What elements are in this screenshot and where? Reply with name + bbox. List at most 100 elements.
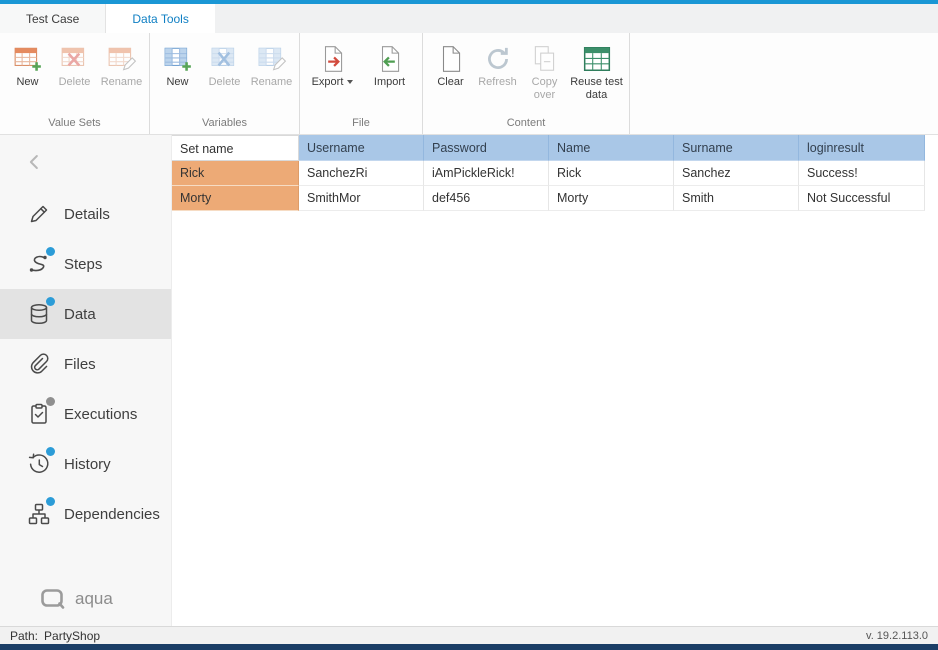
variables-delete-button[interactable]: Delete xyxy=(201,35,248,89)
table-cell[interactable]: Smith xyxy=(674,186,799,211)
reuse-test-data-button[interactable]: Reuse test data xyxy=(568,35,625,101)
ribbon-group-value-sets: New Delete xyxy=(0,33,150,134)
refresh-arrows-icon xyxy=(483,42,513,76)
content-buttons: Clear Refresh xyxy=(427,35,625,116)
export-document-icon xyxy=(318,42,348,76)
export-button[interactable]: Export xyxy=(304,35,361,89)
group-label-value-sets: Value Sets xyxy=(4,116,145,134)
sidebar-item-files[interactable]: Files xyxy=(0,339,171,389)
ribbon-toolbar: New Delete xyxy=(0,33,938,135)
table-cell[interactable]: def456 xyxy=(424,186,549,211)
database-icon xyxy=(27,302,51,326)
table-cell[interactable]: Success! xyxy=(799,161,925,186)
notification-dot xyxy=(46,397,55,406)
sidebar-item-details[interactable]: Details xyxy=(0,189,171,239)
set-name-cell[interactable]: Morty xyxy=(172,186,299,211)
column-header-loginresult[interactable]: loginresult xyxy=(799,135,925,161)
table-cell[interactable]: Not Successful xyxy=(799,186,925,211)
button-label: Clear xyxy=(437,76,463,89)
notification-dot xyxy=(46,247,55,256)
button-label: Import xyxy=(374,76,405,89)
tab-test-case[interactable]: Test Case xyxy=(0,4,106,33)
button-label: Reuse test data xyxy=(568,76,625,101)
table-cell[interactable]: Rick xyxy=(549,161,674,186)
sidebar-item-dependencies[interactable]: Dependencies xyxy=(0,489,171,539)
app-window: Test Case Data Tools New xyxy=(0,0,938,650)
sidebar-item-label: Files xyxy=(64,356,96,373)
notification-dot xyxy=(46,447,55,456)
refresh-button[interactable]: Refresh xyxy=(474,35,521,89)
hierarchy-icon xyxy=(27,502,51,526)
column-header-name[interactable]: Name xyxy=(549,135,674,161)
table-cell[interactable]: SanchezRi xyxy=(299,161,424,186)
chevron-left-icon xyxy=(26,153,44,171)
clear-button[interactable]: Clear xyxy=(427,35,474,89)
table-row: Rick SanchezRi iAmPickleRick! Rick Sanch… xyxy=(172,161,938,186)
value-sets-new-button[interactable]: New xyxy=(4,35,51,89)
group-label-content: Content xyxy=(427,116,625,134)
group-label-file: File xyxy=(304,116,418,134)
button-label: Delete xyxy=(209,76,241,89)
column-header-username[interactable]: Username xyxy=(299,135,424,161)
path-label: Path: xyxy=(10,629,38,643)
value-sets-rename-button[interactable]: Rename xyxy=(98,35,145,89)
column-header-set-name[interactable]: Set name xyxy=(172,135,299,161)
button-label: Rename xyxy=(101,76,143,89)
copy-over-button[interactable]: Copy over xyxy=(521,35,568,101)
column-header-password[interactable]: Password xyxy=(424,135,549,161)
table-header-row: Set name Username Password Name Surname … xyxy=(172,135,938,161)
ribbon-group-file: Export Import File xyxy=(300,33,423,134)
button-label: New xyxy=(166,76,188,89)
table-cell[interactable]: Sanchez xyxy=(674,161,799,186)
sidebar-item-label: Dependencies xyxy=(64,506,160,523)
variables-rename-button[interactable]: Rename xyxy=(248,35,295,89)
button-label: Delete xyxy=(59,76,91,89)
column-header-surname[interactable]: Surname xyxy=(674,135,799,161)
table-blue-delete-icon xyxy=(210,42,240,76)
import-document-icon xyxy=(375,42,405,76)
bottom-navy-strip xyxy=(0,644,938,650)
table-cell[interactable]: Morty xyxy=(549,186,674,211)
variables-buttons: New Delete xyxy=(154,35,295,116)
notification-dot xyxy=(46,297,55,306)
sidebar-item-steps[interactable]: Steps xyxy=(0,239,171,289)
table-green-icon xyxy=(582,42,612,76)
variables-new-button[interactable]: New xyxy=(154,35,201,89)
table-cell[interactable]: SmithMor xyxy=(299,186,424,211)
file-buttons: Export Import xyxy=(304,35,418,116)
sidebar-collapse-button[interactable] xyxy=(0,135,171,189)
tab-data-tools[interactable]: Data Tools xyxy=(106,4,214,33)
table-cell[interactable]: iAmPickleRick! xyxy=(424,161,549,186)
clear-document-icon xyxy=(436,42,466,76)
group-label-variables: Variables xyxy=(154,116,295,134)
sidebar-item-history[interactable]: History xyxy=(0,439,171,489)
aqua-logo: aqua xyxy=(40,588,113,610)
table-blue-rename-icon xyxy=(257,42,287,76)
sidebar-item-executions[interactable]: Executions xyxy=(0,389,171,439)
sidebar-item-label: Data xyxy=(64,306,96,323)
sidebar-item-label: Steps xyxy=(64,256,102,273)
dropdown-caret-icon xyxy=(347,80,353,84)
steps-icon xyxy=(27,252,51,276)
version-label: v. 19.2.113.0 xyxy=(866,630,928,642)
pencil-icon xyxy=(27,202,51,226)
sidebar-item-data[interactable]: Data xyxy=(0,289,171,339)
value-sets-delete-button[interactable]: Delete xyxy=(51,35,98,89)
button-label: Refresh xyxy=(478,76,517,89)
content-area: Details Steps xyxy=(0,135,938,626)
path-status: Path: PartyShop xyxy=(10,629,100,643)
button-label: New xyxy=(16,76,38,89)
button-label: Rename xyxy=(251,76,293,89)
table-orange-rename-icon xyxy=(107,42,137,76)
sidebar-item-label: Executions xyxy=(64,406,137,423)
set-name-cell[interactable]: Rick xyxy=(172,161,299,186)
history-clock-icon xyxy=(27,452,51,476)
ribbon-group-variables: New Delete xyxy=(150,33,300,134)
aqua-logo-text: aqua xyxy=(75,589,113,609)
data-table: Set name Username Password Name Surname … xyxy=(172,135,938,211)
table-row: Morty SmithMor def456 Morty Smith Not Su… xyxy=(172,186,938,211)
import-button[interactable]: Import xyxy=(361,35,418,89)
button-label: Export xyxy=(312,76,344,89)
button-label: Copy over xyxy=(521,76,568,101)
ribbon-group-content: Clear Refresh xyxy=(423,33,630,134)
